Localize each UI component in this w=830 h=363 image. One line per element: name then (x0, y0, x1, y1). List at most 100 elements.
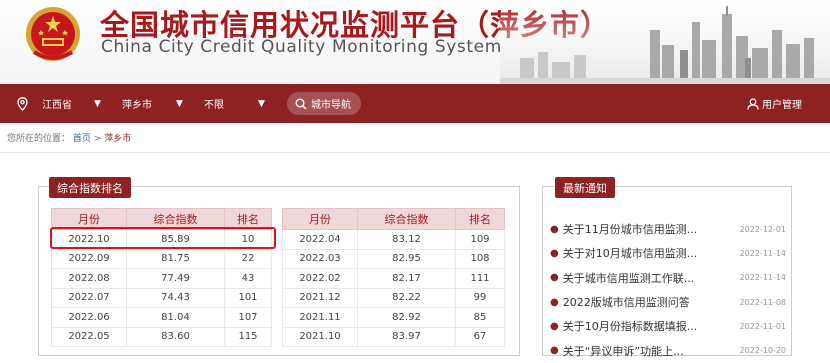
cell-rank: 108 (455, 248, 505, 269)
cell-index: 82.17 (357, 268, 456, 289)
notice-title[interactable]: 关于11月份城市信用监测... (563, 221, 725, 237)
cell-month: 2022.08 (51, 268, 127, 289)
notice-date: 2022-10-20 (739, 346, 787, 356)
notice-title[interactable]: 关于对10月城市信用监测... (563, 245, 725, 261)
cell-index: 83.12 (357, 229, 456, 250)
cell-index: 74.43 (126, 287, 225, 308)
bullet-icon: ● (550, 223, 559, 235)
cell-index: 81.04 (126, 307, 225, 328)
cell-rank: 109 (455, 229, 505, 250)
list-item[interactable]: ● 关于“异议申诉”功能上... 2022-10-20 (550, 338, 786, 362)
province-label: 江西省 (42, 100, 72, 111)
cell-index: 83.60 (126, 326, 225, 347)
location-pin-icon (17, 84, 28, 123)
notice-date: 2022-11-14 (739, 273, 787, 283)
site-subtitle: China City Credit Quality Monitoring Sys… (101, 37, 502, 57)
cell-rank: 99 (455, 287, 505, 308)
list-item[interactable]: ● 关于11月份城市信用监测... 2022-12-01 (550, 217, 786, 241)
breadcrumb: 您所在的位置： 首页 > 萍乡市 (7, 131, 131, 144)
table-header-row: 月份 综合指数 排名 (282, 208, 505, 230)
table-row: 2022.03 82.95 108 (282, 248, 505, 269)
cell-index: 83.97 (357, 326, 456, 347)
notice-date: 2022-11-08 (739, 297, 787, 307)
national-emblem-icon (26, 7, 80, 61)
district-select[interactable]: 不限 ▼ (204, 84, 265, 123)
cell-index: 77.49 (126, 268, 225, 289)
table-row: 2022.09 81.75 22 (51, 248, 272, 269)
list-item[interactable]: ● 关于城市信用监测工作联... 2022-11-14 (550, 266, 786, 290)
city-navigation-label: 城市导航 (311, 100, 351, 111)
table-row: 2022.08 77.49 43 (51, 268, 272, 289)
table-row: 2022.05 83.60 115 (51, 326, 272, 347)
cell-month: 2022.07 (51, 287, 127, 308)
breadcrumb-current: 萍乡市 (104, 134, 132, 144)
cell-rank: 43 (224, 268, 272, 289)
city-label: 萍乡市 (122, 100, 152, 111)
table-row: 2021.10 83.97 67 (282, 326, 505, 347)
cell-month: 2022.04 (282, 229, 358, 250)
ranking-table-left: 月份 综合指数 排名 2022.10 85.89 10 2022.09 81.75 22… (51, 208, 272, 347)
notice-title[interactable]: 2022版城市信用监测问答 (563, 294, 725, 310)
cell-rank: 111 (455, 268, 505, 289)
chevron-down-icon: ▼ (258, 98, 265, 109)
user-management-link[interactable]: 用户管理 (747, 84, 802, 123)
bullet-icon: ● (550, 296, 559, 308)
notice-title[interactable]: 关于10月份指标数据填报... (563, 318, 725, 334)
cell-month: 2021.11 (282, 307, 358, 328)
province-select[interactable]: 江西省 ▼ (42, 84, 101, 123)
cell-month: 2022.10 (51, 229, 127, 250)
ranking-panel-title: 综合指数排名 (49, 177, 131, 198)
notice-title[interactable]: 关于城市信用监测工作联... (563, 270, 725, 286)
chevron-down-icon: ▼ (176, 98, 183, 109)
col-header-index: 综合指数 (357, 208, 456, 230)
cell-rank: 67 (455, 326, 505, 347)
cell-month: 2021.12 (282, 287, 358, 308)
col-header-month: 月份 (282, 208, 358, 230)
notice-date: 2022-12-01 (739, 224, 787, 234)
col-header-rank: 排名 (455, 208, 505, 230)
notice-date: 2022-11-14 (739, 248, 787, 258)
bullet-icon: ● (550, 272, 559, 284)
bullet-icon: ● (550, 247, 559, 259)
top-nav-bar: 江西省 ▼ 萍乡市 ▼ 不限 ▼ 城市导航 用户管理 (0, 84, 830, 123)
cell-rank: 115 (224, 326, 272, 347)
list-item[interactable]: ● 关于10月份指标数据填报... 2022-11-01 (550, 314, 786, 338)
city-navigation-button[interactable]: 城市导航 (287, 92, 361, 115)
col-header-month: 月份 (51, 208, 127, 230)
bullet-icon: ● (550, 320, 559, 332)
notice-title[interactable]: 关于“异议申诉”功能上... (563, 343, 725, 359)
ranking-table-right: 月份 综合指数 排名 2022.04 83.12 109 2022.03 82.95 1… (282, 208, 505, 347)
user-icon (747, 97, 759, 110)
breadcrumb-separator: > (93, 134, 102, 144)
cell-rank: 107 (224, 307, 272, 328)
breadcrumb-home-link[interactable]: 首页 (73, 134, 91, 144)
cell-month: 2022.06 (51, 307, 127, 328)
table-row: 2022.04 83.12 109 (282, 229, 505, 250)
notice-date: 2022-11-01 (739, 321, 787, 331)
cell-month: 2021.10 (282, 326, 358, 347)
cell-month: 2022.02 (282, 268, 358, 289)
col-header-index: 综合指数 (126, 208, 225, 230)
cell-index: 85.89 (126, 229, 225, 250)
notices-panel-title: 最新通知 (555, 177, 615, 198)
list-item[interactable]: ● 2022版城市信用监测问答 2022-11-08 (550, 290, 786, 314)
table-row: 2022.06 81.04 107 (51, 307, 272, 328)
search-icon (295, 98, 307, 110)
cell-index: 82.22 (357, 287, 456, 308)
cell-rank: 10 (224, 229, 272, 250)
cell-rank: 101 (224, 287, 272, 308)
user-management-label: 用户管理 (762, 100, 802, 111)
cell-rank: 22 (224, 248, 272, 269)
city-select[interactable]: 萍乡市 ▼ (122, 84, 183, 123)
list-item[interactable]: ● 关于对10月城市信用监测... 2022-11-14 (550, 241, 786, 265)
ranking-panel: 综合指数排名 月份 综合指数 排名 2022.10 85.89 10 2022.09… (38, 177, 520, 356)
table-row: 2022.02 82.17 111 (282, 268, 505, 289)
cell-index: 82.95 (357, 248, 456, 269)
table-row: 2021.12 82.22 99 (282, 287, 505, 308)
table-header-row: 月份 综合指数 排名 (51, 208, 272, 230)
cell-index: 82.92 (357, 307, 456, 328)
table-row: 2021.11 82.92 85 (282, 307, 505, 328)
district-label: 不限 (204, 100, 224, 111)
breadcrumb-prefix: 您所在的位置： (7, 134, 71, 144)
latest-notices-panel: 最新通知 ● 关于11月份城市信用监测... 2022-12-01 ● 关于对10月城… (542, 177, 792, 358)
